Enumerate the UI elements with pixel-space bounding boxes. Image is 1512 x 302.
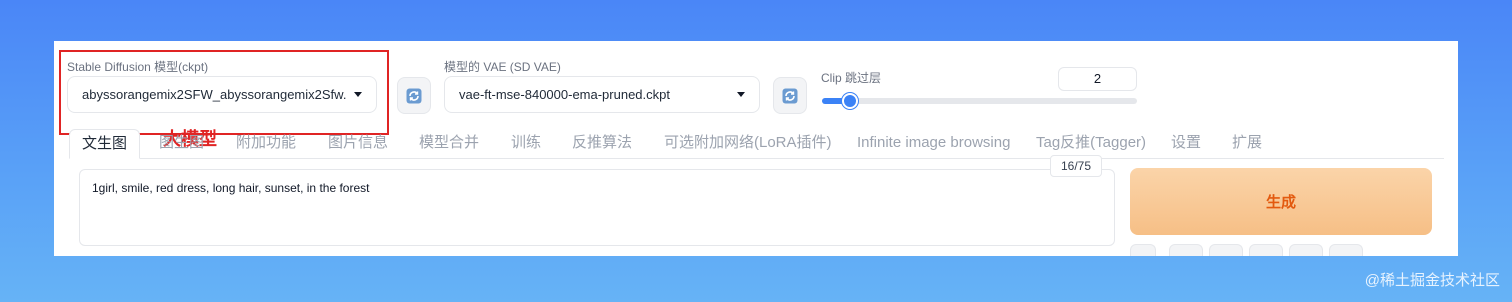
tab-png-info[interactable]: 图片信息 xyxy=(328,129,388,159)
refresh-icon xyxy=(782,88,798,103)
chevron-down-icon xyxy=(354,92,362,97)
tool-button[interactable] xyxy=(1130,244,1156,256)
vae-value: vae-ft-mse-840000-ema-pruned.ckpt xyxy=(459,87,670,102)
tool-button[interactable] xyxy=(1329,244,1363,256)
refresh-icon xyxy=(406,88,422,103)
chevron-down-icon xyxy=(737,92,745,97)
checkpoint-refresh-button[interactable] xyxy=(397,77,431,114)
settings-panel: Stable Diffusion 模型(ckpt) abyssorangemix… xyxy=(54,41,1458,256)
checkpoint-select[interactable]: abyssorangemix2SFW_abyssorangemix2Sfw.sa… xyxy=(67,76,377,113)
tab-img2img[interactable]: 图生图 xyxy=(159,129,204,159)
clip-skip-number-input[interactable]: 2 xyxy=(1058,67,1137,91)
vae-select[interactable]: vae-ft-mse-840000-ema-pruned.ckpt xyxy=(444,76,760,113)
tab-interrogate[interactable]: 反推算法 xyxy=(572,129,632,159)
tab-extensions[interactable]: 扩展 xyxy=(1232,129,1262,159)
tab-train[interactable]: 训练 xyxy=(511,129,541,159)
checkpoint-label: Stable Diffusion 模型(ckpt) xyxy=(67,60,209,74)
token-counter: 16/75 xyxy=(1050,155,1102,177)
prompt-textarea[interactable]: 1girl, smile, red dress, long hair, suns… xyxy=(79,169,1115,246)
tab-additional-networks[interactable]: 可选附加网络(LoRA插件) xyxy=(664,129,832,159)
tool-button[interactable] xyxy=(1289,244,1323,256)
generate-button[interactable]: 生成 xyxy=(1130,168,1432,235)
clip-skip-slider-thumb[interactable] xyxy=(842,93,858,109)
tool-button[interactable] xyxy=(1249,244,1283,256)
tab-infinite-image-browsing[interactable]: Infinite image browsing xyxy=(857,129,1010,159)
clip-skip-slider[interactable] xyxy=(822,93,1137,109)
tab-checkpoint-merger[interactable]: 模型合并 xyxy=(419,129,479,159)
tab-txt2img[interactable]: 文生图 xyxy=(69,129,141,159)
tool-button[interactable] xyxy=(1209,244,1243,256)
vae-label: 模型的 VAE (SD VAE) xyxy=(444,60,561,74)
tab-settings[interactable]: 设置 xyxy=(1171,129,1201,159)
clip-skip-label: Clip 跳过层 xyxy=(821,71,882,85)
tab-extras[interactable]: 附加功能 xyxy=(236,129,296,159)
vae-refresh-button[interactable] xyxy=(773,77,807,114)
tool-button[interactable] xyxy=(1169,244,1203,256)
watermark: @稀土掘金技术社区 xyxy=(1364,272,1500,289)
tab-bar: 文生图 图生图 附加功能 图片信息 模型合并 训练 反推算法 可选附加网络(Lo… xyxy=(69,129,1448,159)
checkpoint-value: abyssorangemix2SFW_abyssorangemix2Sfw.sa… xyxy=(82,87,346,102)
